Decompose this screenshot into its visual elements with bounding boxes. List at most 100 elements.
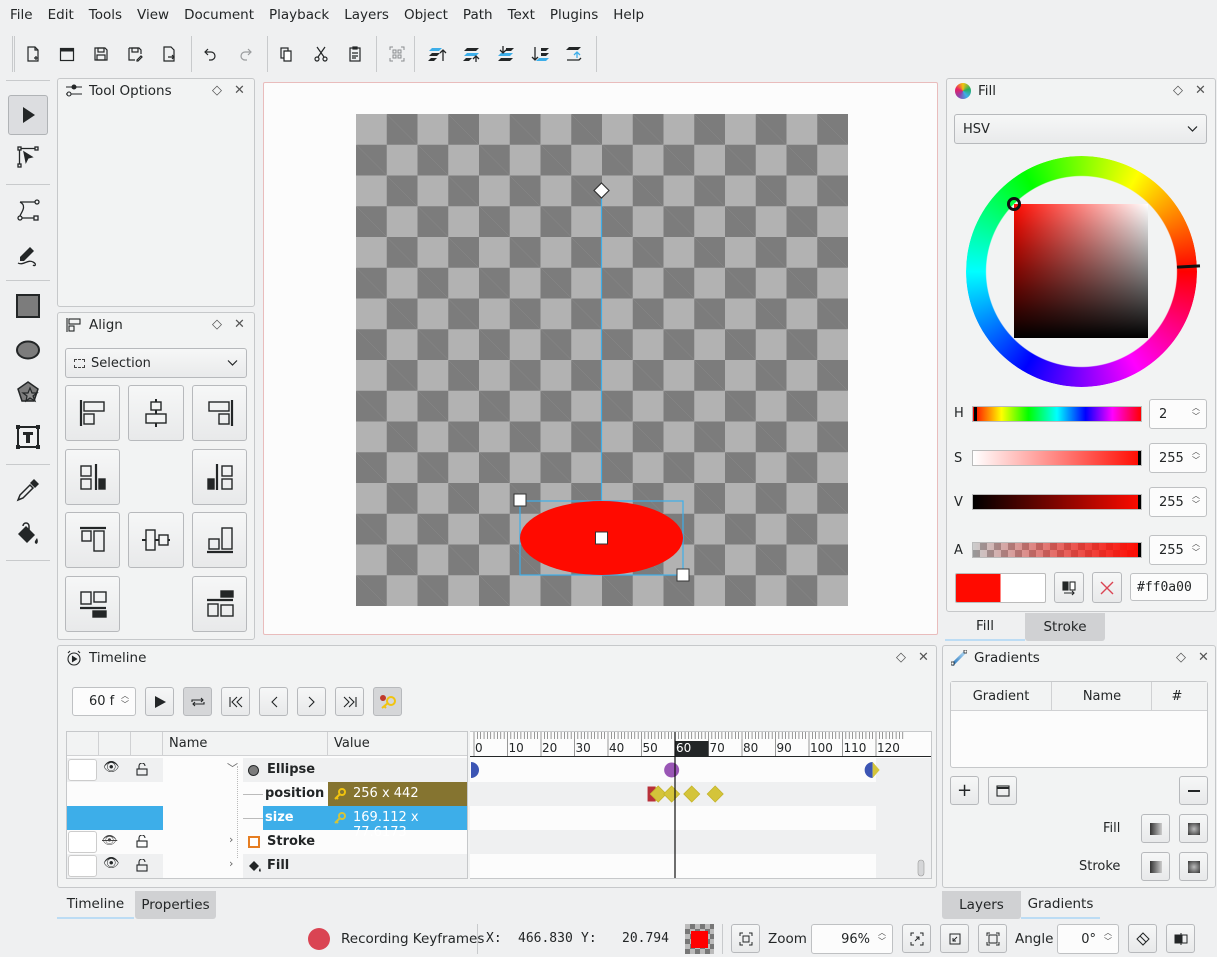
- tab-stroke[interactable]: Stroke: [1025, 613, 1105, 641]
- float-icon[interactable]: ◇: [1173, 83, 1183, 98]
- zoom-fit-selection-button[interactable]: [731, 924, 760, 953]
- menu-text[interactable]: Text: [501, 0, 542, 30]
- align-right-button[interactable]: [192, 385, 247, 441]
- menu-playback[interactable]: Playback: [262, 0, 336, 30]
- next-frame-button[interactable]: [297, 687, 326, 716]
- tree-row-fill[interactable]: 👁 › Fill: [67, 854, 467, 878]
- toolbar-grip[interactable]: [12, 36, 15, 72]
- center-handle[interactable]: [595, 531, 608, 545]
- column-name[interactable]: Name: [1052, 689, 1152, 704]
- zoom-spin[interactable]: 96% ︿ ﹀: [811, 924, 893, 954]
- menu-edit[interactable]: Edit: [41, 0, 81, 30]
- align-hcenter-button[interactable]: [128, 385, 184, 441]
- column-value[interactable]: Value: [334, 736, 370, 751]
- add-gradient-button[interactable]: +: [950, 776, 979, 805]
- align-left-button[interactable]: [65, 385, 120, 441]
- last-frame-button[interactable]: [335, 687, 364, 716]
- gradient-list[interactable]: Gradient Name #: [950, 681, 1208, 768]
- column-gradient[interactable]: Gradient: [951, 689, 1051, 704]
- group-button[interactable]: [382, 39, 412, 69]
- column-name[interactable]: Name: [169, 736, 207, 751]
- stroke-linear-gradient-button[interactable]: [1141, 852, 1170, 881]
- load-gradient-button[interactable]: [988, 776, 1017, 805]
- float-icon[interactable]: ◇: [212, 317, 222, 332]
- saturation-value-square[interactable]: [1014, 204, 1148, 338]
- raise-button[interactable]: [457, 39, 487, 69]
- swap-colors-button[interactable]: [1054, 572, 1084, 603]
- eye-icon[interactable]: 👁: [103, 856, 120, 871]
- align-relative-combo[interactable]: Selection: [65, 348, 247, 378]
- fill-linear-gradient-button[interactable]: [1141, 814, 1170, 843]
- color-picker-tool[interactable]: [8, 470, 48, 510]
- record-keyframes-button[interactable]: [373, 687, 402, 716]
- lock-open-icon[interactable]: [136, 859, 148, 872]
- paste-button[interactable]: [340, 39, 370, 69]
- remove-gradient-button[interactable]: [1179, 776, 1208, 805]
- fill-tool[interactable]: [8, 514, 48, 554]
- menu-plugins[interactable]: Plugins: [543, 0, 605, 30]
- menu-object[interactable]: Object: [397, 0, 455, 30]
- export-button[interactable]: [154, 39, 184, 69]
- tab-layers[interactable]: Layers: [942, 891, 1021, 919]
- menu-path[interactable]: Path: [456, 0, 500, 30]
- reset-rotation-button[interactable]: [1128, 924, 1157, 953]
- loop-button[interactable]: [183, 687, 212, 716]
- menu-help[interactable]: Help: [606, 0, 651, 30]
- expand-chevron-icon[interactable]: ›: [229, 833, 233, 846]
- new-document-button[interactable]: [18, 39, 48, 69]
- ellipse-tool[interactable]: [8, 330, 48, 370]
- prev-frame-button[interactable]: [259, 687, 288, 716]
- close-icon[interactable]: ✕: [234, 317, 245, 332]
- tab-timeline[interactable]: Timeline: [57, 891, 134, 919]
- saturation-slider[interactable]: [972, 450, 1142, 466]
- copy-button[interactable]: [271, 39, 301, 69]
- first-frame-button[interactable]: [221, 687, 250, 716]
- layer-color-swatch[interactable]: [68, 759, 97, 781]
- close-icon[interactable]: ✕: [1195, 83, 1206, 98]
- channel-a-spin[interactable]: 255 ︿ ﹀: [1149, 535, 1207, 565]
- flip-view-button[interactable]: [1166, 924, 1195, 953]
- tab-fill[interactable]: Fill: [945, 613, 1025, 641]
- sv-marker[interactable]: [1007, 197, 1021, 211]
- close-icon[interactable]: ✕: [918, 650, 929, 665]
- hue-slider[interactable]: [972, 406, 1142, 422]
- eye-hidden-icon[interactable]: 👁: [102, 833, 117, 847]
- distribute-right-button[interactable]: [65, 449, 120, 505]
- size-handle[interactable]: [676, 568, 690, 582]
- channel-v-spin[interactable]: 255 ︿ ﹀: [1149, 487, 1207, 517]
- lower-button[interactable]: [491, 39, 521, 69]
- clear-color-button[interactable]: [1092, 572, 1122, 603]
- hex-input[interactable]: #ff0a00: [1130, 573, 1208, 601]
- save-as-button[interactable]: [120, 39, 150, 69]
- float-icon[interactable]: ◇: [896, 650, 906, 665]
- channel-h-spin[interactable]: 2 ︿ ﹀: [1149, 399, 1207, 429]
- layer-color-swatch[interactable]: [68, 855, 97, 877]
- zoom-fit-document-button[interactable]: [978, 924, 1007, 953]
- tree-row-position[interactable]: position 256 x 442: [67, 782, 467, 806]
- column-count[interactable]: #: [1152, 689, 1202, 704]
- radius-handle[interactable]: [513, 493, 527, 507]
- spin-arrows-icon[interactable]: ︿ ﹀: [1192, 447, 1200, 465]
- expand-chevron-icon[interactable]: ›: [229, 857, 233, 870]
- redo-button[interactable]: [230, 39, 260, 69]
- spin-arrows-icon[interactable]: ︿ ﹀: [1192, 491, 1200, 509]
- lower-to-bottom-button[interactable]: [525, 39, 555, 69]
- rectangle-tool[interactable]: [8, 286, 48, 326]
- close-icon[interactable]: ✕: [1198, 650, 1209, 665]
- menu-tools[interactable]: Tools: [82, 0, 129, 30]
- expand-chevron-icon[interactable]: ﹀: [227, 760, 238, 776]
- tab-gradients[interactable]: Gradients: [1021, 891, 1100, 919]
- draw-bezier-tool[interactable]: [8, 190, 48, 230]
- value-slider[interactable]: [972, 494, 1142, 510]
- layer-color-swatch[interactable]: [68, 831, 97, 853]
- alpha-slider[interactable]: [972, 542, 1142, 558]
- text-tool[interactable]: [8, 417, 48, 457]
- align-bottom-button[interactable]: [192, 512, 247, 568]
- spin-arrows-icon[interactable]: ︿ ﹀: [1192, 539, 1200, 557]
- distribute-bottom-button[interactable]: [65, 576, 120, 632]
- menu-document[interactable]: Document: [177, 0, 261, 30]
- float-icon[interactable]: ◇: [212, 83, 222, 98]
- align-vcenter-button[interactable]: [128, 512, 184, 568]
- channel-s-spin[interactable]: 255 ︿ ﹀: [1149, 443, 1207, 473]
- play-button[interactable]: [145, 687, 174, 716]
